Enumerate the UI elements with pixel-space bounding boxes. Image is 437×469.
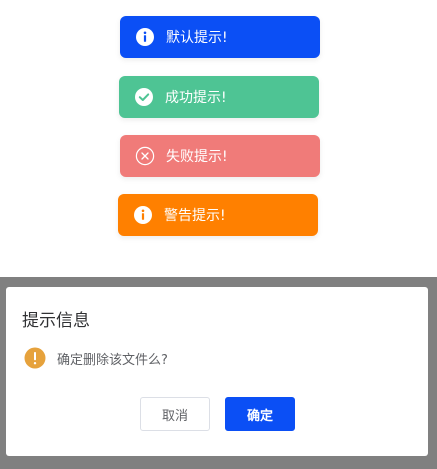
info-toast-text: 默认提示! — [166, 30, 228, 46]
dialog-message: 确定删除该文件么? — [24, 347, 168, 369]
warning-toast-text: 警告提示! — [164, 208, 226, 224]
cancel-button[interactable]: 取消 — [140, 397, 210, 431]
close-circle-icon — [135, 146, 155, 166]
warning-icon — [24, 347, 46, 369]
check-circle-icon — [134, 87, 154, 107]
info-icon — [135, 27, 155, 47]
info-toast: 默认提示! — [120, 16, 320, 58]
success-toast-text: 成功提示! — [165, 90, 227, 106]
info-icon — [133, 205, 153, 225]
confirm-button[interactable]: 确定 — [225, 397, 295, 431]
success-toast: 成功提示! — [119, 76, 319, 118]
error-toast-text: 失败提示! — [166, 149, 228, 165]
error-toast: 失败提示! — [120, 135, 320, 177]
warning-toast: 警告提示! — [118, 194, 318, 236]
dialog-message-text: 确定删除该文件么? — [57, 352, 168, 368]
dialog-title: 提示信息 — [22, 311, 90, 331]
confirm-dialog: 提示信息 确定删除该文件么? 取消 确定 — [6, 287, 428, 456]
